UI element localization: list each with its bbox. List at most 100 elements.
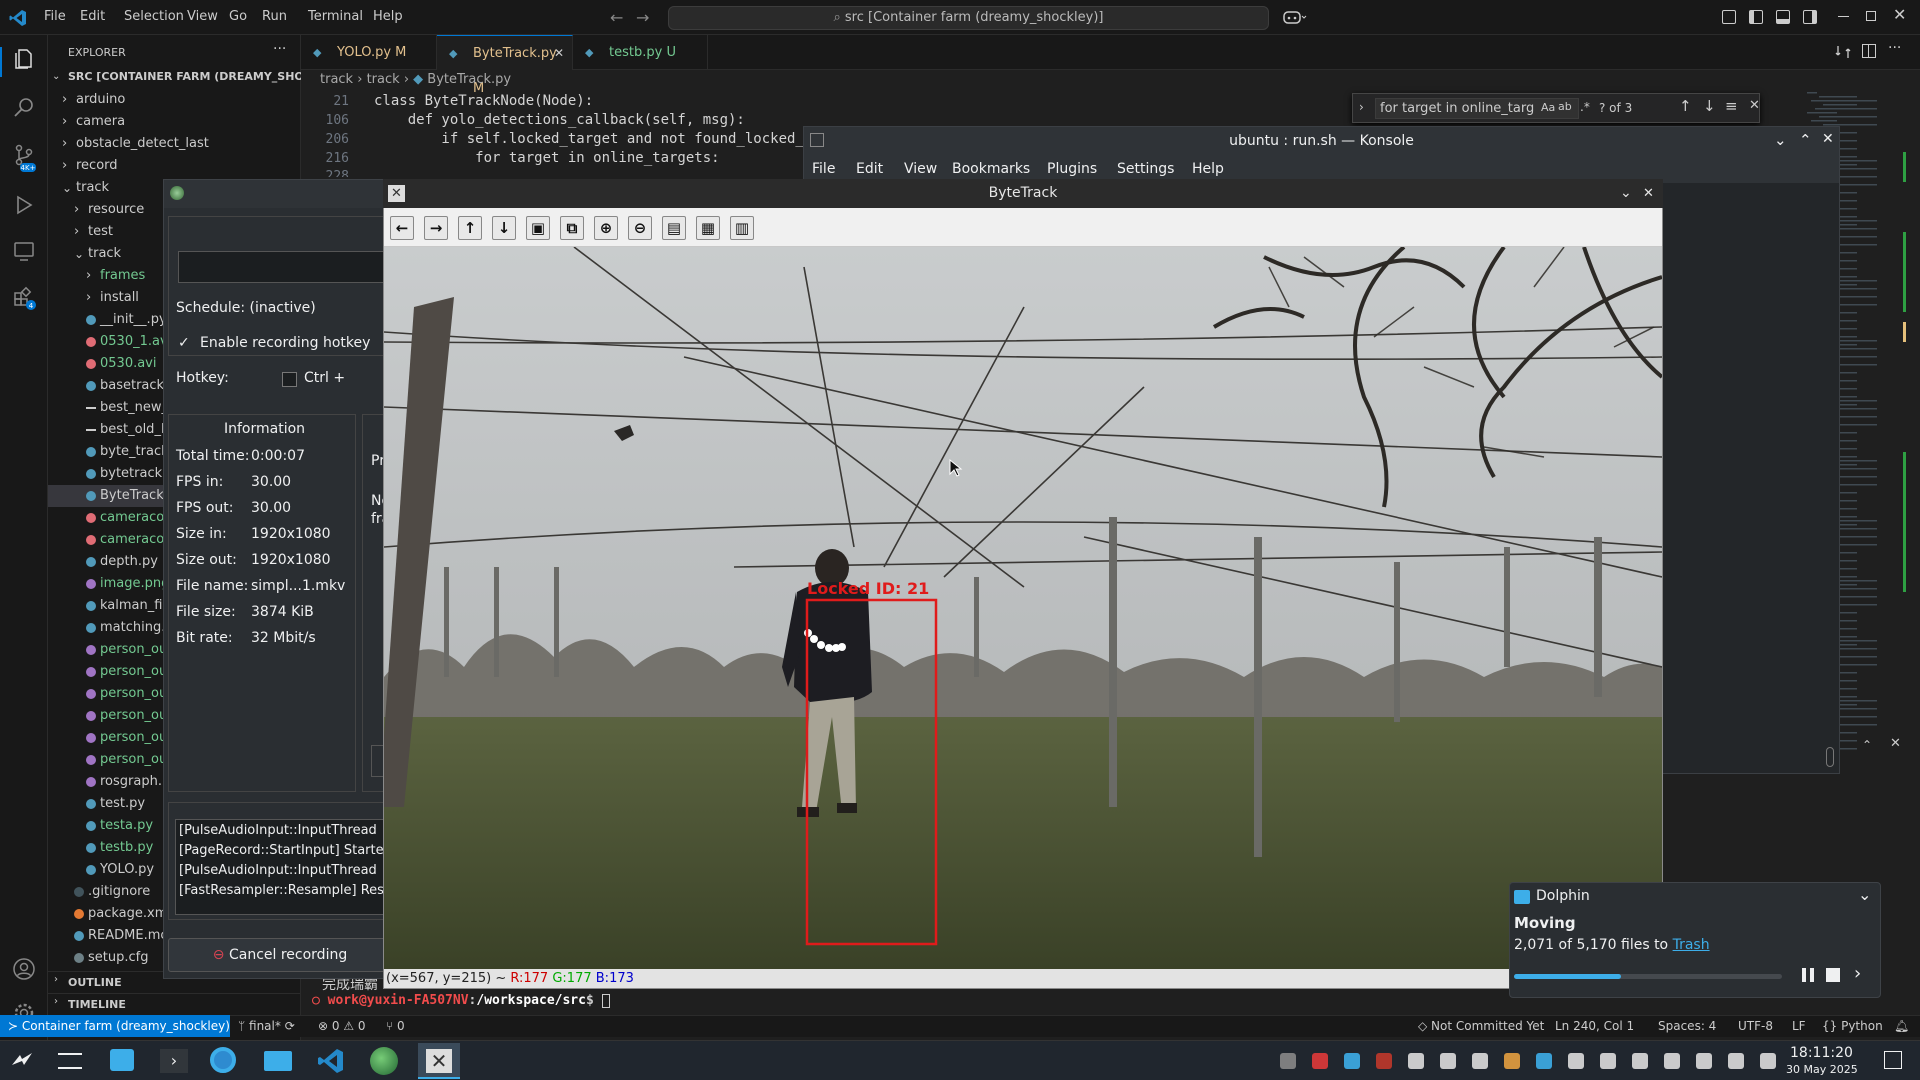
editor-tab[interactable]: ◆ ByteTrack.py M ✕ [437, 35, 573, 96]
ports-status[interactable]: ⑂ 0 [386, 1016, 405, 1037]
dolphin-taskbar-icon[interactable] [264, 1051, 292, 1071]
command-center[interactable]: ⌕ src [Container farm (dreamy_shockley)] [668, 6, 1269, 30]
arrow-up-icon[interactable]: ↑ [458, 216, 482, 240]
back-arrow-icon[interactable]: ← [610, 8, 624, 27]
menu-item-go[interactable]: Go [229, 9, 247, 24]
log-view[interactable]: [PulseAudioInput::InputThread [PageRecord… [175, 819, 391, 915]
pin-icon[interactable]: ▥ [730, 216, 754, 240]
maximize-panel-icon[interactable]: ⌃ [1862, 738, 1872, 752]
sticky-code-line[interactable]: def yolo_detections_callback(self, msg): [374, 112, 745, 128]
sticky-code-line[interactable]: for target in online_targets: [374, 150, 719, 166]
blame-status[interactable]: ◇ Not Committed Yet [1418, 1016, 1544, 1037]
display-icon[interactable] [1536, 1053, 1552, 1069]
chevron-right-icon[interactable]: › [1854, 963, 1861, 984]
network-manager-icon[interactable] [1408, 1053, 1424, 1069]
menu-item-selection[interactable]: Selection [124, 9, 184, 24]
chevron-down-icon[interactable]: ⌄ [1858, 885, 1871, 904]
regex-icon[interactable]: .* [1580, 100, 1590, 114]
konsole-menu-edit[interactable]: Edit [856, 161, 883, 177]
zoom-in-icon[interactable]: ⊕ [594, 216, 618, 240]
folder-item[interactable]: › camera [48, 111, 301, 133]
konsole-menu-settings[interactable]: Settings [1117, 161, 1174, 177]
bluetooth-icon[interactable] [1664, 1053, 1680, 1069]
konsole-menu-file[interactable]: File [812, 161, 835, 177]
recorder-titlebar[interactable] [164, 180, 392, 208]
tray-expand-icon[interactable] [1760, 1053, 1776, 1069]
sticky-code-line[interactable]: class ByteTrackNode(Node): [374, 93, 593, 109]
recorder-taskbar-icon[interactable] [370, 1047, 398, 1075]
menu-item-terminal[interactable]: Terminal [308, 9, 363, 24]
bytetrack-titlebar[interactable]: ✕ ByteTrack ⌄ ✕ [383, 179, 1663, 208]
folder-item[interactable]: › arduino [48, 89, 301, 111]
language-mode[interactable]: {} Python [1822, 1016, 1883, 1037]
breadcrumb-item[interactable]: track [367, 72, 400, 87]
hotkey-checkbox[interactable]: ✓ [178, 335, 194, 351]
updates-icon[interactable] [1568, 1053, 1584, 1069]
breadcrumb-item[interactable]: track [320, 72, 353, 87]
menu-item-edit[interactable]: Edit [80, 9, 105, 24]
editor-tab[interactable]: ◆ testb.py U [573, 35, 708, 70]
next-match-icon[interactable]: ↓ [1703, 97, 1716, 115]
ctrl-checkbox[interactable] [282, 372, 297, 387]
show-desktop-icon[interactable] [1884, 1051, 1902, 1069]
konsole-taskbar-icon[interactable]: › [160, 1049, 188, 1073]
keyboard-icon[interactable] [1472, 1053, 1488, 1069]
konsole-menu-help[interactable]: Help [1192, 161, 1224, 177]
record-icon[interactable] [1376, 1053, 1392, 1069]
workspace-root[interactable]: SRC [CONTAINER FARM (DREAMY_SHOCK... [68, 70, 333, 83]
menu-item-file[interactable]: File [44, 9, 66, 24]
image-fit-icon[interactable]: ⧉ [560, 216, 584, 240]
microphone-icon[interactable] [1696, 1053, 1712, 1069]
arrow-left-icon[interactable]: ← [390, 216, 414, 240]
source-control-icon[interactable]: 4K+ [12, 143, 36, 172]
dropbox-icon[interactable] [1344, 1053, 1360, 1069]
zoom-out-icon[interactable]: ⊖ [628, 216, 652, 240]
wifi-icon[interactable] [1728, 1053, 1744, 1069]
maximize-icon[interactable]: ⌃ [1799, 131, 1812, 149]
save-icon[interactable]: ▤ [662, 216, 686, 240]
overview-icon[interactable] [58, 1053, 82, 1069]
cancel-recording-button[interactable]: ⊖ Cancel recording [168, 938, 392, 972]
steam-icon[interactable] [1280, 1053, 1296, 1069]
more-actions-icon[interactable]: ··· [1888, 40, 1901, 56]
cursor-position[interactable]: Ln 240, Col 1 [1555, 1016, 1634, 1037]
compare-changes-icon[interactable] [1835, 44, 1851, 60]
notifications-bell-icon[interactable]: 🔔︎ [1894, 1016, 1909, 1037]
indentation[interactable]: Spaces: 4 [1658, 1016, 1716, 1037]
menu-item-view[interactable]: View [187, 9, 218, 24]
run-debug-icon[interactable] [12, 193, 36, 217]
arrow-right-icon[interactable]: → [424, 216, 448, 240]
konsole-menu-bookmarks[interactable]: Bookmarks [952, 161, 1030, 177]
weather-icon[interactable] [1504, 1053, 1520, 1069]
menu-item-help[interactable]: Help [373, 9, 403, 24]
more-actions-icon[interactable]: ··· [273, 41, 286, 57]
volume-icon[interactable] [1600, 1053, 1616, 1069]
extensions-icon[interactable]: 4 [12, 285, 36, 310]
layout-customize-icon[interactable] [1722, 10, 1736, 24]
problems-status[interactable]: ⊗ 0 ⚠ 0 [318, 1016, 366, 1037]
editor-tab[interactable]: ◆ YOLO.py M [301, 35, 437, 70]
clipboard-icon[interactable] [1440, 1053, 1456, 1069]
konsole-titlebar[interactable]: ubuntu : run.sh — Konsole ⌄ ⌃ ✕ [804, 127, 1839, 157]
split-editor-icon[interactable] [1862, 44, 1876, 58]
close-icon[interactable]: ✕ [1822, 131, 1834, 147]
account-icon[interactable] [12, 957, 36, 981]
find-in-selection-icon[interactable]: ≡ [1725, 97, 1738, 115]
konsole-menu-view[interactable]: View [904, 161, 937, 177]
vscode-taskbar-icon[interactable] [318, 1047, 344, 1075]
pause-icon[interactable] [1800, 967, 1816, 983]
app-launcher-icon[interactable] [10, 1051, 34, 1071]
toggle-sidebar-icon[interactable] [1749, 10, 1763, 24]
clock-date[interactable]: 30 May 2025 [1786, 1063, 1858, 1076]
remote-indicator[interactable]: ≻ Container farm (dreamy_shockley) [0, 1015, 230, 1037]
folder-item[interactable]: › record [48, 155, 301, 177]
menu-item-run[interactable]: Run [262, 9, 287, 24]
clipboard-icon[interactable]: ▦ [696, 216, 720, 240]
trash-link[interactable]: Trash [1673, 937, 1710, 953]
clock-time[interactable]: 18:11:20 [1790, 1045, 1853, 1061]
whole-word-icon[interactable]: ab [1558, 100, 1572, 113]
close-find-icon[interactable]: ✕ [1749, 98, 1760, 113]
breadcrumb-item[interactable]: ByteTrack.py [427, 72, 511, 87]
previous-match-icon[interactable]: ↑ [1679, 97, 1692, 115]
close-window-icon[interactable]: ✕ [1893, 5, 1906, 24]
